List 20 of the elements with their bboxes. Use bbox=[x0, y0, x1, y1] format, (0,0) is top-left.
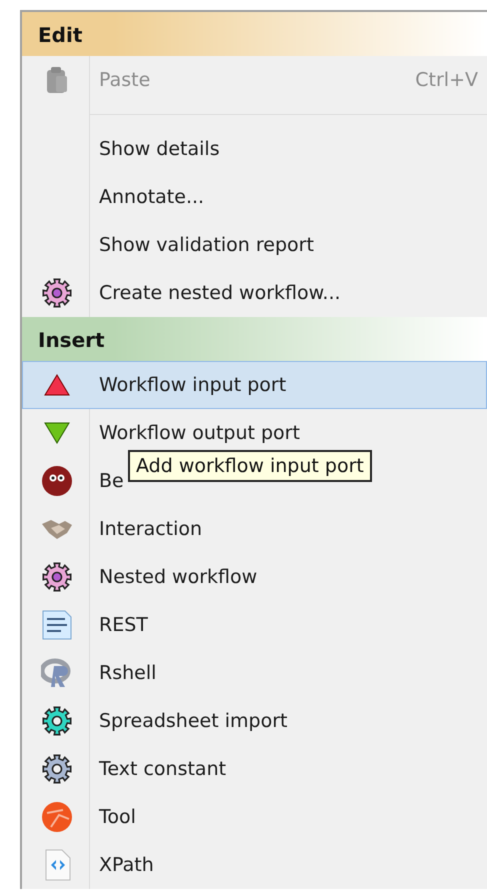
item-label: Workflow output port bbox=[98, 422, 301, 444]
tooltip: Add workflow input port bbox=[128, 450, 372, 482]
item-label: Spreadsheet import bbox=[98, 710, 288, 732]
shortcut-text: Ctrl+V bbox=[415, 69, 479, 91]
item-label: Interaction bbox=[98, 518, 204, 540]
item-label: XPath bbox=[98, 854, 155, 876]
item-label: Create nested workflow... bbox=[98, 282, 342, 304]
item-label: Nested workflow bbox=[98, 566, 258, 588]
item-label: Annotate... bbox=[98, 186, 206, 208]
item-label: Tool bbox=[98, 806, 137, 828]
item-label: Show details bbox=[98, 138, 221, 160]
section-header: Insert bbox=[22, 317, 487, 361]
item-label: Workflow input port bbox=[98, 374, 288, 396]
item-label: Paste bbox=[98, 69, 152, 91]
section-header: Edit bbox=[22, 12, 487, 56]
item-label: Text constant bbox=[98, 758, 228, 780]
item-label: Be bbox=[98, 470, 125, 492]
item-label: Rshell bbox=[98, 662, 158, 684]
item-label: REST bbox=[98, 614, 149, 636]
item-label: Show validation report bbox=[98, 234, 315, 256]
